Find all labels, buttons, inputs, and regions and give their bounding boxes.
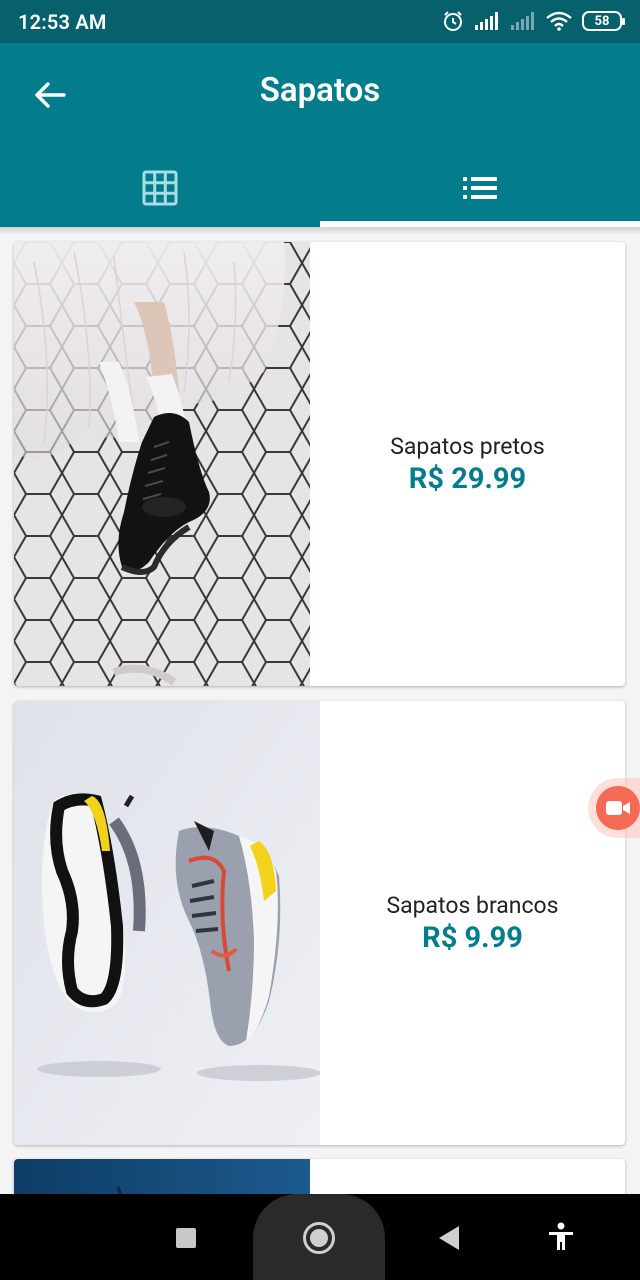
product-price: R$ 29.99	[408, 462, 527, 496]
product-name: Sapatos pretos	[390, 433, 545, 460]
signal-icon	[475, 12, 498, 30]
page-title: Sapatos	[259, 71, 381, 110]
wifi-icon	[546, 11, 572, 31]
status-icons: 58	[442, 8, 625, 34]
status-time: 12:53 AM	[18, 10, 107, 34]
battery-icon: 58	[582, 11, 625, 31]
app-bar: Sapatos	[0, 43, 640, 227]
product-card[interactable]: Sapatos pretos R$ 29.99	[14, 242, 625, 686]
record-inner	[596, 786, 640, 830]
product-info: Sapatos brancos R$ 9.99	[320, 701, 625, 1145]
tab-grid[interactable]	[0, 149, 320, 227]
list-icon	[463, 177, 497, 199]
grid-icon	[142, 170, 178, 206]
tab-list[interactable]	[320, 149, 640, 227]
status-bar: 12:53 AM 58	[0, 0, 640, 43]
signal-weak-icon	[511, 12, 534, 30]
back-triangle-icon[interactable]	[439, 1226, 459, 1250]
product-info: Sapatos pretos R$ 29.99	[310, 242, 625, 686]
screen-record-button[interactable]	[588, 778, 640, 838]
product-image-black-boots	[14, 242, 310, 686]
home-circle-icon[interactable]	[303, 1222, 335, 1254]
system-nav-bar	[0, 1194, 640, 1280]
product-name: Sapatos brancos	[386, 892, 559, 919]
app-bar-shadow	[0, 227, 640, 235]
product-card[interactable]: Sapatos brancos R$ 9.99	[14, 701, 625, 1145]
product-price: R$ 9.99	[422, 921, 523, 955]
battery-level: 58	[594, 13, 610, 29]
video-camera-icon	[606, 801, 630, 815]
square-icon[interactable]	[176, 1228, 196, 1248]
accessibility-icon[interactable]	[546, 1222, 576, 1252]
product-image-white-sneakers	[14, 701, 320, 1145]
alarm-icon	[444, 11, 462, 31]
